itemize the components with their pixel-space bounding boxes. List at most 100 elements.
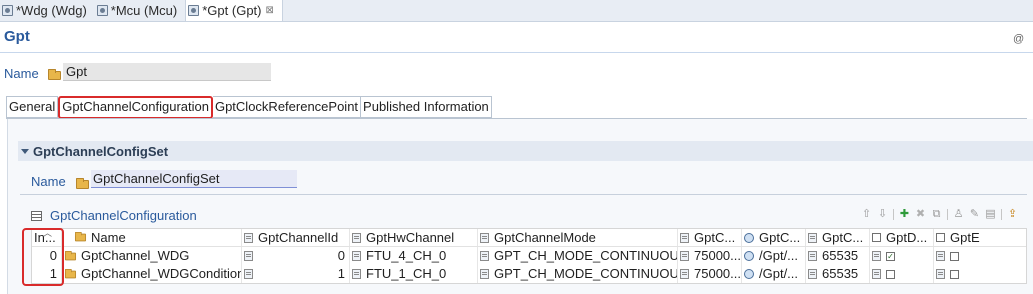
column-header-gpte[interactable]: GptE	[934, 229, 990, 246]
delete-icon[interactable]: ✖	[915, 208, 926, 220]
parameter-icon	[244, 251, 253, 261]
column-header-name[interactable]: Name	[62, 229, 242, 246]
parameter-icon	[680, 251, 689, 261]
person-icon[interactable]: ♙	[953, 208, 964, 220]
row-gptd-cell[interactable]: ✓	[870, 247, 934, 265]
table-header-row: ︿ In... Name GptChannelId GptHwChannel G…	[32, 229, 1026, 247]
row-gpte-cell[interactable]	[934, 265, 990, 283]
column-header-gptc-1[interactable]: GptC...	[678, 229, 742, 246]
parameter-icon	[872, 269, 881, 279]
editor-tab-bar: *Wdg (Wdg) *Mcu (Mcu) *Gpt (Gpt) ⊠	[0, 0, 1033, 22]
parameter-icon	[808, 232, 817, 243]
row-index: 1	[32, 265, 62, 283]
section-name-field[interactable]: GptChannelConfigSet	[91, 170, 297, 188]
copy-icon[interactable]: ⧉	[931, 208, 942, 220]
parameter-icon	[480, 251, 489, 261]
row-gptd-cell[interactable]	[870, 265, 934, 283]
add-icon[interactable]: ✚	[899, 208, 910, 220]
parameter-icon	[480, 232, 489, 243]
column-header-channel-id[interactable]: GptChannelId	[242, 229, 350, 246]
column-header-index[interactable]: ︿ In...	[32, 229, 62, 246]
parameter-icon	[352, 269, 361, 279]
title-divider	[0, 52, 1033, 53]
container-icon	[64, 268, 77, 278]
column-header-channel-mode[interactable]: GptChannelMode	[478, 229, 678, 246]
folder-icon	[76, 178, 89, 189]
editor-tab-wdg[interactable]: *Wdg (Wdg)	[0, 0, 95, 21]
row-gptc-3-cell[interactable]: 65535	[806, 247, 870, 265]
edit-icon[interactable]: ✎	[969, 208, 980, 220]
row-channel-id-cell[interactable]: 0	[242, 247, 350, 265]
parameter-icon	[936, 269, 945, 279]
container-icon	[64, 250, 77, 260]
parameter-icon	[808, 269, 817, 279]
row-name-cell[interactable]: GptChannel_WDG	[62, 247, 242, 265]
row-hw-channel-cell[interactable]: FTU_4_CH_0	[350, 247, 478, 265]
boolean-param-icon	[936, 233, 945, 242]
row-index: 0	[32, 247, 62, 265]
row-channel-id-cell[interactable]: 1	[242, 265, 350, 283]
tab-gpt-clock-reference-point[interactable]: GptClockReferencePoint	[212, 96, 362, 118]
close-icon[interactable]: ⊠	[266, 5, 274, 16]
table-toolbar: ⇧ ⇩ ✚ ✖ ⧉ ♙ ✎ ▤ ⇪	[861, 207, 1018, 221]
row-gptc-2-cell[interactable]: /Gpt/...	[742, 247, 806, 265]
section-title: GptChannelConfigSet	[33, 143, 169, 159]
parameter-icon	[352, 232, 361, 243]
tab-published-information[interactable]: Published Information	[361, 96, 492, 118]
parameter-icon	[244, 269, 253, 279]
table-caption: GptChannelConfiguration	[31, 208, 197, 223]
name-label: Name	[4, 66, 39, 81]
table-caption-label: GptChannelConfiguration	[50, 208, 197, 223]
name-field[interactable]: Gpt	[63, 63, 271, 81]
column-header-gptc-3[interactable]: GptC...	[806, 229, 870, 246]
column-header-gptd[interactable]: GptD...	[870, 229, 934, 246]
editor-tab-label: *Mcu (Mcu)	[110, 2, 178, 18]
parameter-icon	[872, 251, 881, 261]
checkbox-unchecked[interactable]	[886, 269, 895, 279]
export-icon[interactable]: ⇪	[1007, 208, 1018, 220]
row-gpte-cell[interactable]	[934, 247, 990, 265]
editor-tab-label: *Wdg (Wdg)	[16, 2, 87, 18]
toolbar-separator	[893, 208, 894, 220]
checkbox-unchecked[interactable]	[950, 269, 959, 279]
table-icon	[31, 210, 42, 221]
at-icon[interactable]: @	[1013, 33, 1024, 45]
checkbox-checked[interactable]: ✓	[886, 251, 895, 261]
row-channel-mode-cell[interactable]: GPT_CH_MODE_CONTINUOUS	[478, 247, 678, 265]
checkbox-unchecked[interactable]	[950, 251, 959, 261]
parameter-icon	[244, 232, 253, 243]
reference-icon	[744, 232, 754, 243]
row-gptc-2-cell[interactable]: /Gpt/...	[742, 265, 806, 283]
row-gptc-1-cell[interactable]: 75000...	[678, 247, 742, 265]
section-header[interactable]: GptChannelConfigSet	[18, 141, 1033, 161]
folder-icon	[48, 69, 61, 80]
boolean-param-icon	[872, 233, 881, 242]
tab-general[interactable]: General	[6, 96, 59, 118]
parameter-icon	[680, 232, 689, 243]
editor-tab-mcu[interactable]: *Mcu (Mcu)	[95, 0, 185, 21]
row-hw-channel-cell[interactable]: FTU_1_CH_0	[350, 265, 478, 283]
collapse-chevron-icon[interactable]	[21, 148, 29, 154]
module-file-icon	[96, 4, 108, 16]
table-row[interactable]: 1 GptChannel_WDGCondition 1 FTU_1_CH_0 G…	[32, 265, 1026, 283]
sort-caret-icon: ︿	[43, 229, 53, 238]
up-icon[interactable]: ⇧	[861, 208, 872, 220]
editor-tab-gpt[interactable]: *Gpt (Gpt) ⊠	[185, 0, 283, 21]
down-icon[interactable]: ⇩	[877, 208, 888, 220]
properties-icon[interactable]: ▤	[985, 208, 996, 220]
section-tab-bar: General GptChannelConfiguration GptClock…	[6, 96, 492, 119]
table-row[interactable]: 0 GptChannel_WDG 0 FTU_4_CH_0 GPT_CH_MOD…	[32, 247, 1026, 265]
row-gptc-1-cell[interactable]: 75000...	[678, 265, 742, 283]
page-title: Gpt	[4, 28, 30, 45]
toolbar-separator	[947, 208, 948, 220]
row-channel-mode-cell[interactable]: GPT_CH_MODE_CONTINUOUS	[478, 265, 678, 283]
column-header-gptc-2[interactable]: GptC...	[742, 229, 806, 246]
column-header-hw-channel[interactable]: GptHwChannel	[350, 229, 478, 246]
channel-table: ︿ In... Name GptChannelId GptHwChannel G…	[31, 228, 1027, 284]
parameter-icon	[480, 269, 489, 279]
parameter-icon	[680, 269, 689, 279]
tab-gpt-channel-configuration[interactable]: GptChannelConfiguration	[58, 96, 213, 119]
parameter-icon	[352, 251, 361, 261]
row-name-cell[interactable]: GptChannel_WDGCondition	[62, 265, 242, 283]
row-gptc-3-cell[interactable]: 65535	[806, 265, 870, 283]
